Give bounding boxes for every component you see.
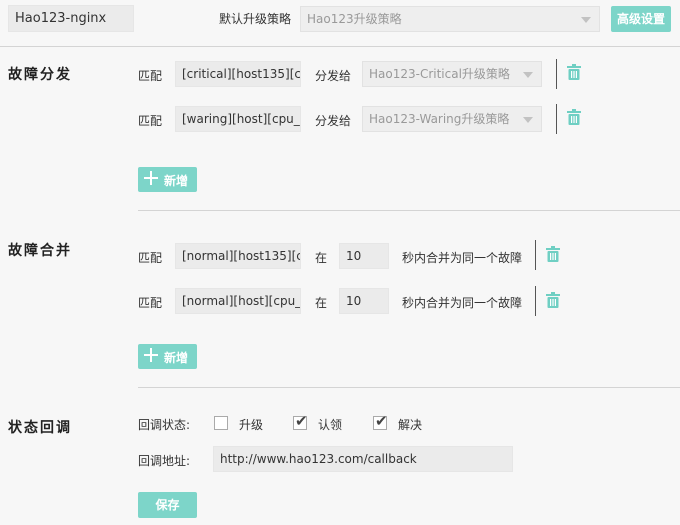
header-divider [0,46,680,47]
add-dispatch-rule-button[interactable]: 新增 [138,167,197,192]
seconds-input[interactable]: 10 [339,288,389,314]
checkbox-upgrade[interactable] [214,416,228,430]
merge-suffix-label: 秒内合并为同一个故障 [402,251,523,265]
trash-icon[interactable] [546,292,560,308]
trash-icon[interactable] [567,64,581,80]
match-label: 匹配 [138,296,163,310]
section-divider [138,210,680,211]
row-separator [556,59,557,89]
chevron-down-icon [581,17,591,23]
match-label: 匹配 [138,251,163,265]
default-policy-select[interactable]: Hao123升级策略 [300,6,600,32]
add-merge-rule-button[interactable]: 新增 [138,344,197,369]
dispatch-policy-select[interactable]: Hao123-Waring升级策略 [362,106,542,132]
dispatch-section-title: 故障分发 [8,67,72,83]
callback-section-title: 状态回调 [8,420,72,436]
checkbox-upgrade-label: 升级 [239,418,264,432]
match-input[interactable]: [critical][host135][cpu_idle] [175,61,301,87]
in-label: 在 [315,296,328,310]
row-separator [556,104,557,134]
chevron-down-icon [523,72,533,78]
callback-url-label: 回调地址: [138,454,191,468]
advanced-settings-button[interactable]: 高级设置 [611,6,671,32]
checkbox-claim[interactable]: ✔ [293,412,308,430]
checkbox-resolve[interactable]: ✔ [373,412,388,430]
checkmark-icon: ✔ [295,412,308,430]
trash-icon[interactable] [567,109,581,125]
callback-url-input[interactable]: http://www.hao123.com/callback [213,446,513,472]
app-name-field[interactable]: Hao123-nginx [8,5,134,32]
row-separator [535,240,536,270]
in-label: 在 [315,251,328,265]
dispatch-to-label: 分发给 [315,114,352,128]
plus-icon [144,171,158,185]
merge-section-title: 故障合并 [8,243,72,259]
default-policy-label: 默认升级策略 [219,12,292,26]
checkmark-icon: ✔ [375,412,388,430]
chevron-down-icon [523,117,533,123]
row-separator [535,286,536,316]
default-policy-value: Hao123升级策略 [307,12,402,26]
add-button-label: 新增 [164,174,189,188]
dispatch-to-label: 分发给 [315,69,352,83]
checkbox-resolve-label: 解决 [398,418,423,432]
seconds-input[interactable]: 10 [339,243,389,269]
match-input[interactable]: [normal][host][cpu_idle] [175,288,301,314]
match-input[interactable]: [waring][host][cpu_idle] [175,106,301,132]
match-input[interactable]: [normal][host135][cpu_idle] [175,243,301,269]
section-divider [138,387,680,388]
dispatch-policy-value: Hao123-Critical升级策略 [369,67,510,81]
add-button-label: 新增 [164,351,189,365]
match-label: 匹配 [138,69,163,83]
checkbox-claim-label: 认领 [318,418,343,432]
trash-icon[interactable] [546,246,560,262]
merge-suffix-label: 秒内合并为同一个故障 [402,296,523,310]
save-button[interactable]: 保存 [138,492,197,518]
match-label: 匹配 [138,114,163,128]
dispatch-policy-select[interactable]: Hao123-Critical升级策略 [362,61,542,87]
callback-status-label: 回调状态: [138,418,191,432]
dispatch-policy-value: Hao123-Waring升级策略 [369,112,510,126]
plus-icon [144,348,158,362]
